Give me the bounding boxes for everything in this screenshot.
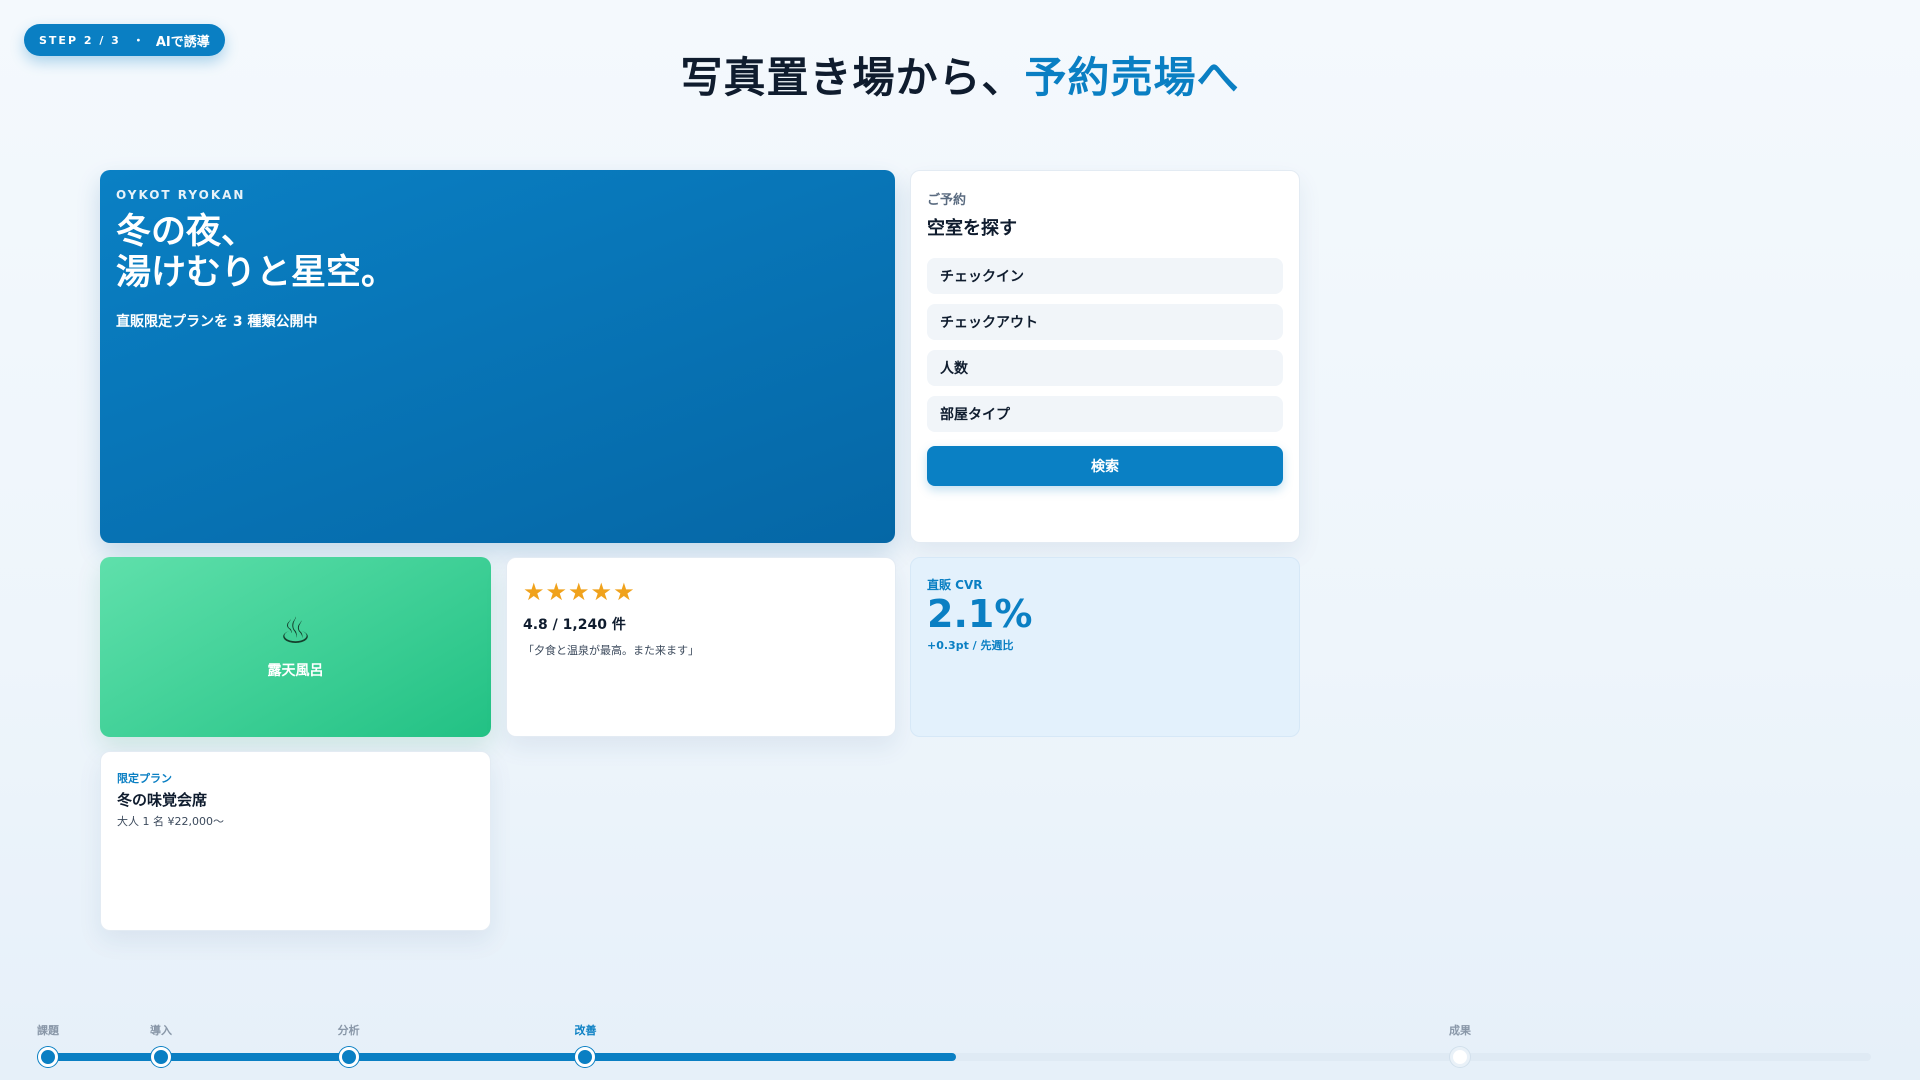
cvr-eyebrow: 直販 CVR bbox=[927, 578, 983, 592]
room-type-field[interactable]: 部屋タイプ bbox=[927, 396, 1283, 432]
plan-title: 冬の味覚会席 bbox=[117, 791, 208, 809]
checkin-field[interactable]: チェックイン bbox=[927, 258, 1283, 294]
timeline-step-label: 成果 bbox=[1449, 1024, 1472, 1037]
cvr-card: 直販 CVR 2.1% +0.3pt / 先週比 bbox=[910, 557, 1300, 737]
booking-eyebrow: ご予約 bbox=[927, 193, 967, 208]
guests-field[interactable]: 人数 bbox=[927, 350, 1283, 386]
timeline-step-node[interactable] bbox=[38, 1047, 58, 1067]
timeline-step-label: 導入 bbox=[149, 1024, 172, 1037]
hero-title: 冬の夜、 湯けむりと星空。 bbox=[116, 212, 397, 294]
timeline-step-node[interactable] bbox=[150, 1047, 171, 1067]
star-rating-icon: ★★★★★ bbox=[523, 578, 636, 606]
timeline-step-label: 改善 bbox=[574, 1024, 597, 1037]
plan-card[interactable]: 限定プラン 冬の味覚会席 大人 1 名 ¥22,000〜 bbox=[100, 751, 491, 931]
timeline-step-node[interactable] bbox=[1450, 1047, 1471, 1067]
headline-accent: 予約売場へ bbox=[1024, 53, 1240, 102]
reviews-card[interactable]: ★★★★★ 4.8 / 1,240 件 「夕食と温泉が最高。また来ます」 bbox=[506, 557, 896, 737]
timeline-step-node[interactable] bbox=[575, 1047, 596, 1067]
checkout-field[interactable]: チェックアウト bbox=[927, 304, 1283, 340]
cvr-value: 2.1% bbox=[927, 592, 1033, 636]
plan-price: 大人 1 名 ¥22,000〜 bbox=[117, 815, 224, 828]
headline-main: 写真置き場から、 bbox=[680, 53, 1025, 102]
rating-summary: 4.8 / 1,240 件 bbox=[523, 617, 626, 633]
onsen-label: 露天風呂 bbox=[267, 663, 324, 679]
hero-brand: OYKOT RYOKAN bbox=[116, 188, 246, 202]
plan-eyebrow: 限定プラン bbox=[117, 772, 172, 785]
onsen-card[interactable]: ♨ 露天風呂 bbox=[100, 557, 491, 737]
hero-subtitle: 直販限定プランを 3 種類公開中 bbox=[116, 313, 318, 330]
hero-banner[interactable]: OYKOT RYOKAN 冬の夜、 湯けむりと星空。 直販限定プランを 3 種類… bbox=[100, 170, 895, 543]
hot-springs-icon: ♨ bbox=[279, 611, 312, 652]
booking-title: 空室を探す bbox=[927, 218, 1017, 239]
page-headline: 写真置き場から、予約売場へ bbox=[0, 44, 1920, 105]
timeline-progress bbox=[45, 1053, 956, 1061]
booking-widget: ご予約 空室を探す チェックイン チェックアウト 人数 部屋タイプ 検索 bbox=[910, 170, 1300, 543]
timeline-step-label: 課題 bbox=[37, 1024, 59, 1037]
timeline-step-node[interactable] bbox=[338, 1047, 359, 1067]
timeline-step-label: 分析 bbox=[337, 1024, 360, 1037]
cvr-delta: +0.3pt / 先週比 bbox=[927, 638, 1014, 652]
review-quote: 「夕食と温泉が最高。また来ます」 bbox=[523, 644, 699, 657]
progress-timeline: 課題 導入 分析 改善 成果 bbox=[0, 1010, 1920, 1080]
search-button[interactable]: 検索 bbox=[927, 446, 1283, 486]
